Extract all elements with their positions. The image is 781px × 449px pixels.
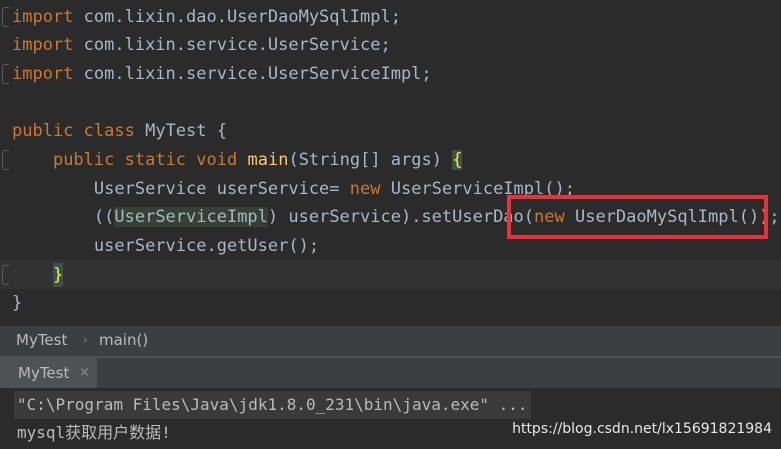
chevron-right-icon: › (83, 333, 88, 347)
code-line-import-3[interactable]: import com.lixin.service.UserServiceImpl… (12, 62, 432, 86)
close-icon[interactable]: × (79, 358, 90, 388)
console-output-line: mysql获取用户数据! (17, 423, 171, 442)
code-line-class-decl[interactable]: public class MyTest { (12, 119, 227, 143)
code-editor[interactable]: import com.lixin.dao.UserDaoMySqlImpl; i… (0, 0, 781, 326)
tab-run-mytest[interactable]: MyTest × (0, 358, 97, 388)
run-console[interactable]: "C:\Program Files\Java\jdk1.8.0_231\bin\… (0, 388, 781, 449)
watermark-text: https://blog.csdn.net/lx15691821984 (512, 421, 772, 437)
red-annotation-box (507, 195, 768, 239)
breadcrumb-class[interactable]: MyTest (16, 326, 67, 354)
code-line-close-method[interactable]: } (12, 263, 63, 287)
current-line-highlight (0, 260, 781, 289)
fold-marker-icon[interactable] (0, 263, 10, 287)
fold-marker-icon[interactable] (0, 62, 10, 86)
code-line-close-class[interactable]: } (12, 291, 22, 315)
code-line-get-user[interactable]: userService.getUser(); (12, 234, 319, 258)
code-line-import-1[interactable]: import com.lixin.dao.UserDaoMySqlImpl; (12, 5, 401, 29)
code-line-main-decl[interactable]: public static void main(String[] args) { (12, 148, 463, 172)
run-tab-bar: MyTest × (0, 358, 781, 388)
breadcrumb-method[interactable]: main() (99, 326, 148, 354)
code-line-service-init[interactable]: UserService userService= new UserService… (12, 177, 575, 201)
fold-marker-icon[interactable] (0, 5, 10, 29)
run-tab-label: MyTest (18, 364, 70, 382)
code-line-import-2[interactable]: import com.lixin.service.UserService; (12, 33, 391, 57)
breadcrumb: MyTest › main() (0, 326, 781, 356)
console-command-line[interactable]: "C:\Program Files\Java\jdk1.8.0_231\bin\… (14, 391, 531, 419)
fold-marker-icon[interactable] (0, 148, 10, 172)
